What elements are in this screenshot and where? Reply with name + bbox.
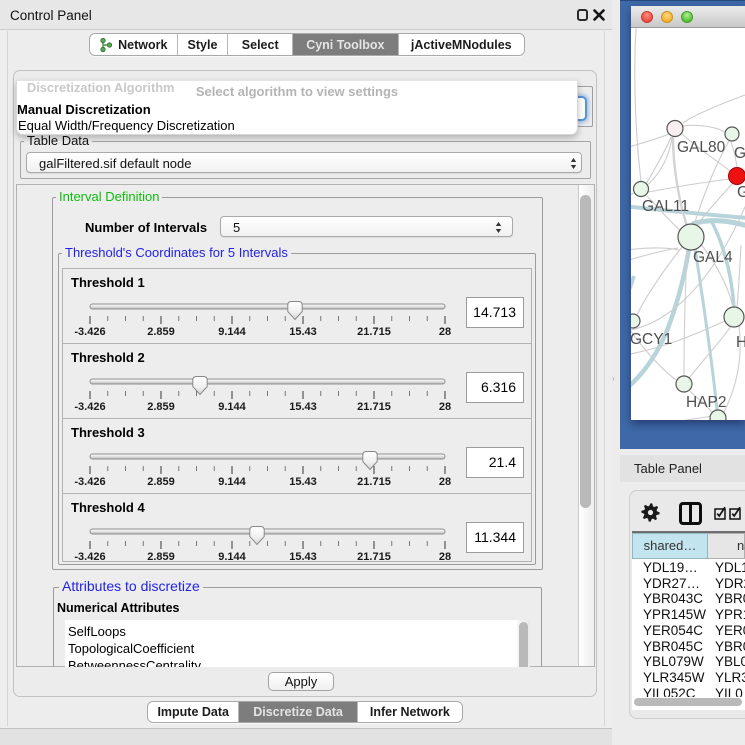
svg-text:28: 28 [439,476,451,488]
svg-text:21.715: 21.715 [357,326,391,338]
svg-text:9.144: 9.144 [218,476,246,488]
svg-text:21.715: 21.715 [357,476,391,488]
svg-text:2.859: 2.859 [147,551,175,563]
svg-text:2.859: 2.859 [147,326,175,338]
svg-text:15.43: 15.43 [289,551,317,563]
svg-text:21.715: 21.715 [357,551,391,563]
svg-text:-3.426: -3.426 [74,401,105,413]
svg-text:GAL80: GAL80 [677,139,726,156]
svg-text:-3.426: -3.426 [74,326,105,338]
svg-text:2.859: 2.859 [147,476,175,488]
svg-text:28: 28 [439,401,451,413]
svg-text:2.859: 2.859 [147,401,175,413]
svg-text:9.144: 9.144 [218,326,246,338]
svg-text:GA: GA [734,145,745,162]
svg-text:GAL4: GAL4 [693,249,733,266]
svg-text:9.144: 9.144 [218,401,246,413]
svg-text:G: G [737,184,745,201]
svg-text:15.43: 15.43 [289,401,317,413]
svg-text:HAP2: HAP2 [686,394,727,411]
svg-text:28: 28 [439,551,451,563]
svg-text:-3.426: -3.426 [74,476,105,488]
svg-text:H: H [736,334,745,351]
svg-text:15.43: 15.43 [289,326,317,338]
svg-text:-3.426: -3.426 [74,551,105,563]
svg-text:9.144: 9.144 [218,551,246,563]
svg-text:15.43: 15.43 [289,476,317,488]
svg-text:GAL11: GAL11 [642,198,689,215]
svg-text:28: 28 [439,326,451,338]
svg-text:21.715: 21.715 [357,401,391,413]
svg-text:GCY1: GCY1 [631,331,672,348]
